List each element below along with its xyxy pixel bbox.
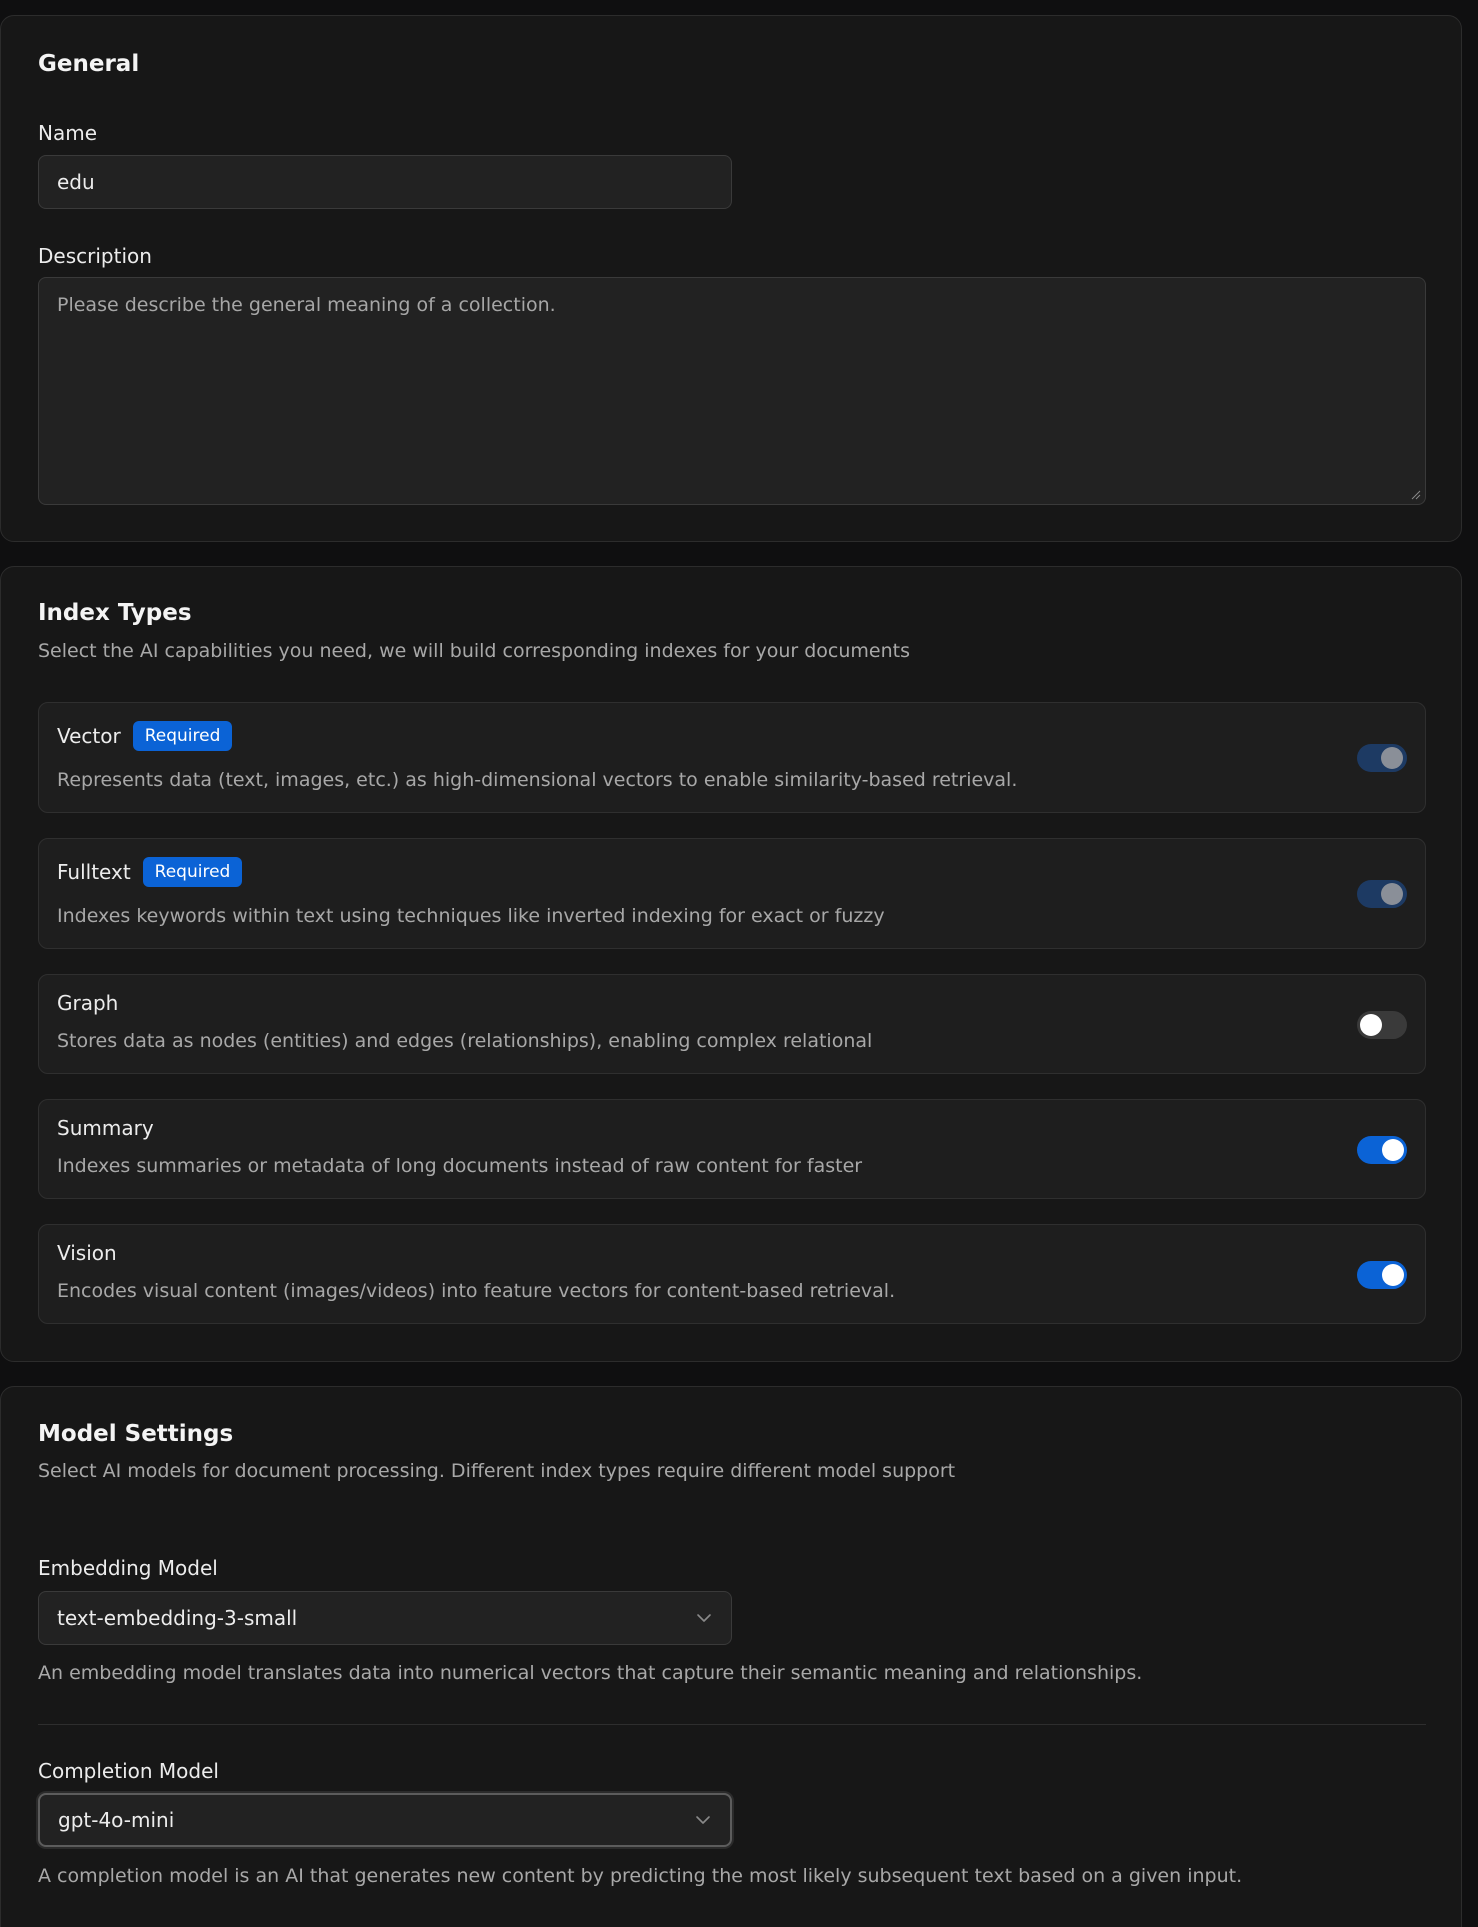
required-badge: Required: [142, 857, 243, 887]
index-item-name: Vision: [57, 1241, 117, 1265]
general-card: General Name edu Description Please desc…: [0, 15, 1462, 542]
index-types-title: Index Types: [38, 600, 192, 626]
chevron-down-icon: [696, 1816, 710, 1824]
resize-handle-icon[interactable]: [1411, 490, 1421, 500]
toggle-knob: [1360, 1014, 1382, 1036]
description-label: Description: [38, 244, 152, 268]
graph-toggle[interactable]: [1357, 1011, 1407, 1039]
embedding-model-help: An embedding model translates data into …: [38, 1662, 1143, 1684]
completion-model-value: gpt-4o-mini: [58, 1808, 175, 1832]
index-item-title: Graph: [57, 991, 118, 1015]
completion-model-select[interactable]: gpt-4o-mini: [38, 1793, 732, 1847]
embedding-model-label: Embedding Model: [38, 1556, 218, 1580]
index-item-description: Encodes visual content (images/videos) i…: [57, 1280, 896, 1302]
model-settings-title: Model Settings: [38, 1421, 234, 1447]
page: General Name edu Description Please desc…: [0, 0, 1478, 1927]
toggle-knob: [1382, 1139, 1404, 1161]
model-settings-subtitle: Select AI models for document processing…: [38, 1460, 956, 1482]
index-types-subtitle: Select the AI capabilities you need, we …: [38, 640, 910, 662]
index-item-vector: Vector Required Represents data (text, i…: [38, 702, 1426, 813]
index-item-description: Represents data (text, images, etc.) as …: [57, 769, 1018, 791]
index-item-graph: Graph Stores data as nodes (entities) an…: [38, 974, 1426, 1074]
general-title: General: [38, 51, 140, 77]
model-settings-card: Model Settings Select AI models for docu…: [0, 1386, 1462, 1927]
name-label: Name: [38, 121, 98, 145]
divider: [38, 1724, 1426, 1725]
index-item-vision: Vision Encodes visual content (images/vi…: [38, 1224, 1426, 1324]
description-textarea[interactable]: Please describe the general meaning of a…: [38, 277, 1426, 505]
index-item-description: Indexes keywords within text using techn…: [57, 905, 885, 927]
toggle-knob: [1382, 1264, 1404, 1286]
index-item-fulltext: Fulltext Required Indexes keywords withi…: [38, 838, 1426, 949]
vector-toggle[interactable]: [1357, 744, 1407, 772]
fulltext-toggle[interactable]: [1357, 880, 1407, 908]
name-input-value: edu: [57, 170, 95, 194]
toggle-knob: [1381, 747, 1403, 769]
completion-model-label: Completion Model: [38, 1759, 219, 1783]
index-types-card: Index Types Select the AI capabilities y…: [0, 566, 1462, 1362]
index-item-title: Fulltext Required: [57, 857, 243, 887]
index-item-description: Indexes summaries or metadata of long do…: [57, 1155, 863, 1177]
index-item-title: Summary: [57, 1116, 154, 1140]
index-item-description: Stores data as nodes (entities) and edge…: [57, 1030, 873, 1052]
toggle-knob: [1381, 883, 1403, 905]
index-item-name: Summary: [57, 1116, 154, 1140]
embedding-model-select[interactable]: text-embedding-3-small: [38, 1591, 732, 1645]
name-input[interactable]: edu: [38, 155, 732, 209]
index-item-summary: Summary Indexes summaries or metadata of…: [38, 1099, 1426, 1199]
completion-model-help: A completion model is an AI that generat…: [38, 1865, 1243, 1887]
index-item-title: Vector Required: [57, 721, 233, 751]
description-placeholder: Please describe the general meaning of a…: [57, 294, 556, 316]
embedding-model-value: text-embedding-3-small: [57, 1606, 298, 1630]
vision-toggle[interactable]: [1357, 1261, 1407, 1289]
chevron-down-icon: [697, 1614, 711, 1622]
index-item-name: Graph: [57, 991, 119, 1015]
index-item-name: Fulltext: [57, 860, 131, 884]
index-item-name: Vector: [57, 724, 121, 748]
summary-toggle[interactable]: [1357, 1136, 1407, 1164]
index-item-title: Vision: [57, 1241, 117, 1265]
required-badge: Required: [132, 721, 233, 751]
